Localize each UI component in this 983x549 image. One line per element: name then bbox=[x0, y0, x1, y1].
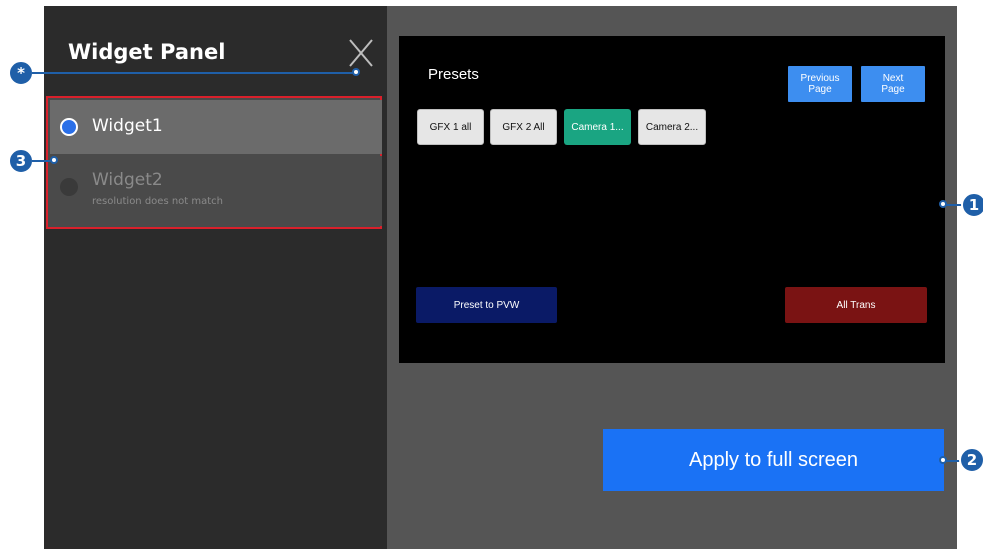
widget-name: Widget1 bbox=[92, 116, 163, 136]
close-icon bbox=[349, 39, 373, 67]
radio-disabled bbox=[60, 178, 78, 196]
close-button[interactable] bbox=[346, 36, 376, 70]
callout-dot bbox=[50, 156, 58, 164]
widget-name: Widget2 bbox=[92, 170, 163, 190]
presets-label: Presets bbox=[428, 66, 479, 83]
callout-badge-1: 1 bbox=[961, 192, 983, 218]
apply-to-full-screen-button[interactable]: Apply to full screen bbox=[603, 429, 944, 491]
widget-item-widget1[interactable]: Widget1 bbox=[50, 100, 382, 154]
previous-page-button[interactable]: Previous Page bbox=[788, 66, 852, 102]
panel-title: Widget Panel bbox=[68, 40, 226, 64]
widget-warning: resolution does not match bbox=[92, 196, 224, 207]
callout-leader bbox=[32, 160, 52, 162]
next-page-button[interactable]: Next Page bbox=[861, 66, 925, 102]
callout-badge-2: 2 bbox=[959, 447, 983, 473]
preset-button[interactable]: GFX 1 all bbox=[417, 109, 484, 145]
screen: Widget Panel Widget1 Widget2 resolution … bbox=[0, 0, 983, 549]
widget-list: Widget1 Widget2 resolution does not matc… bbox=[46, 96, 382, 229]
preset-button[interactable]: GFX 2 All bbox=[490, 109, 557, 145]
all-trans-button[interactable]: All Trans bbox=[785, 287, 927, 323]
preset-button[interactable]: Camera 2... bbox=[638, 109, 706, 145]
main-area: Presets Previous Page Next Page GFX 1 al… bbox=[387, 6, 957, 549]
callout-leader bbox=[32, 72, 354, 74]
widget-panel: Widget Panel Widget1 Widget2 resolution … bbox=[44, 6, 387, 549]
callout-badge-3: 3 bbox=[8, 148, 34, 174]
callout-badge-asterisk: * bbox=[8, 60, 34, 86]
preset-button-selected[interactable]: Camera 1... bbox=[564, 109, 631, 145]
callout-dot bbox=[352, 68, 360, 76]
widget-item-widget2: Widget2 resolution does not match bbox=[50, 156, 382, 226]
radio-selected[interactable] bbox=[60, 118, 78, 136]
widget-preview: Presets Previous Page Next Page GFX 1 al… bbox=[399, 36, 945, 363]
preset-to-pvw-button[interactable]: Preset to PVW bbox=[416, 287, 557, 323]
